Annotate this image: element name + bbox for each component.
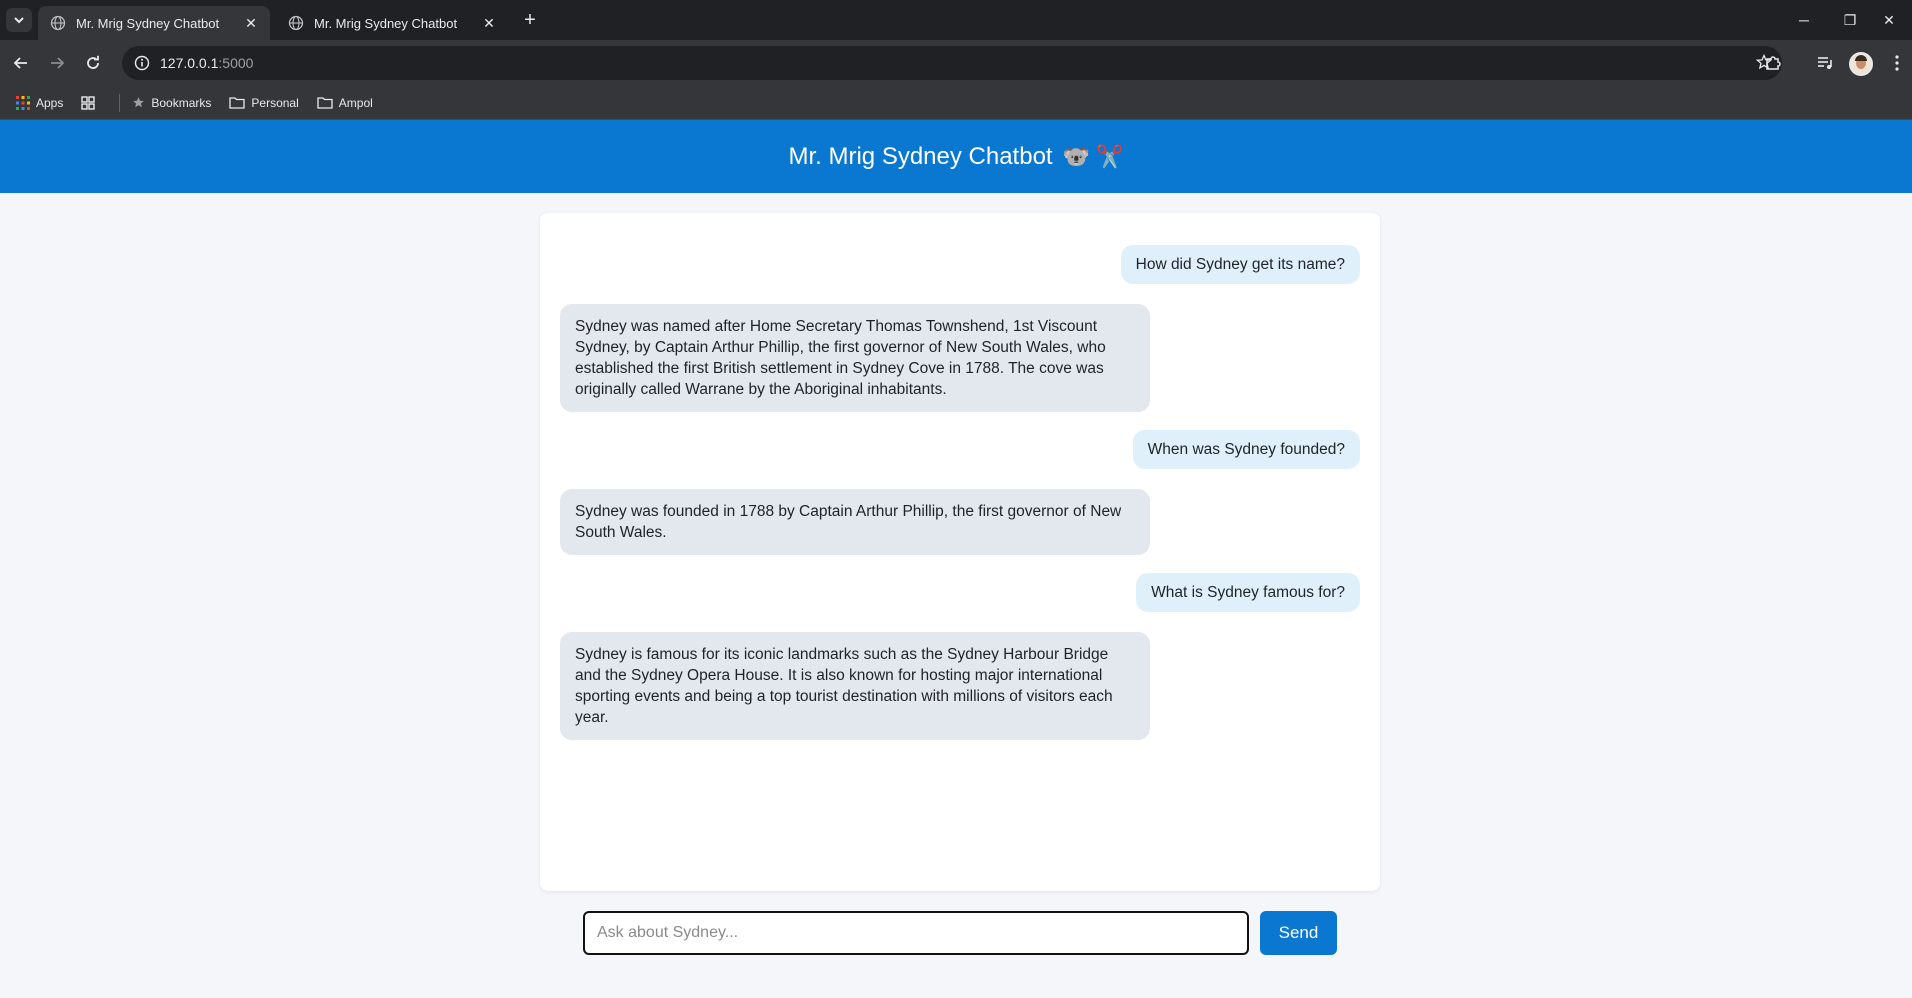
folder-icon xyxy=(229,97,246,109)
bookmark-bookmarks[interactable]: Bookmarks xyxy=(132,96,211,110)
kebab-menu-icon xyxy=(1895,55,1899,71)
tab-search-button[interactable] xyxy=(6,8,32,32)
browser-tab-bar: Mr. Mrig Sydney Chatbot ✕ Mr. Mrig Sydne… xyxy=(0,0,1912,40)
page-title: Mr. Mrig Sydney Chatbot xyxy=(788,142,1053,170)
bookmark-label: Bookmarks xyxy=(151,95,212,110)
chevron-down-icon xyxy=(14,17,24,24)
bookmarks-bar: Apps Bookmarks Personal Ampol xyxy=(0,86,1912,120)
puzzle-icon xyxy=(1766,56,1781,70)
minimize-icon[interactable]: ─ xyxy=(1781,0,1827,40)
back-button[interactable] xyxy=(6,48,36,78)
url-port: :5000 xyxy=(218,55,254,71)
app-header: Mr. Mrig Sydney Chatbot 🐨 ✂️ xyxy=(0,120,1912,193)
globe-icon xyxy=(288,15,304,31)
tab-title: Mr. Mrig Sydney Chatbot xyxy=(314,15,458,31)
url-host: 127.0.0.1 xyxy=(160,55,219,71)
user-message: What is Sydney famous for? xyxy=(1136,573,1360,612)
tab-groups-button[interactable] xyxy=(81,95,101,110)
forward-button[interactable] xyxy=(42,48,72,78)
reload-button[interactable] xyxy=(78,48,108,78)
avatar-hair xyxy=(1855,55,1867,61)
arrow-left-icon xyxy=(13,57,27,69)
apps-grid-icon xyxy=(16,95,30,110)
bot-message: Sydney is famous for its iconic landmark… xyxy=(560,632,1150,740)
site-info-icon[interactable] xyxy=(134,55,150,71)
koala-scissors-emoji-icon: 🐨 ✂️ xyxy=(1062,143,1124,169)
browser-tab-active[interactable]: Mr. Mrig Sydney Chatbot ✕ xyxy=(38,6,270,40)
user-message: When was Sydney founded? xyxy=(1132,430,1360,469)
bookmark-ampol[interactable]: Ampol xyxy=(317,96,373,110)
chat-panel[interactable]: How did Sydney get its name? Sydney was … xyxy=(540,213,1380,891)
chat-input[interactable] xyxy=(583,911,1249,955)
user-message: How did Sydney get its name? xyxy=(1120,245,1360,284)
folder-icon xyxy=(317,97,333,109)
browser-tab-inactive[interactable]: Mr. Mrig Sydney Chatbot ✕ xyxy=(276,6,508,40)
bot-message: Sydney was founded in 1788 by Captain Ar… xyxy=(560,489,1150,555)
close-tab-icon[interactable]: ✕ xyxy=(242,14,260,32)
bookmark-apps[interactable]: Apps xyxy=(16,95,64,110)
media-control-button[interactable] xyxy=(1810,48,1840,78)
globe-icon xyxy=(50,15,66,31)
browser-toolbar: 127.0.0.1:5000 xyxy=(0,40,1912,86)
send-button[interactable]: Send xyxy=(1260,911,1337,955)
star-icon xyxy=(133,97,145,108)
window-close-icon[interactable]: ✕ xyxy=(1866,0,1912,40)
bot-message: Sydney was named after Home Secretary Th… xyxy=(560,304,1150,412)
extensions-button[interactable] xyxy=(1758,48,1788,78)
browser-menu-button[interactable] xyxy=(1882,48,1912,78)
new-tab-button[interactable]: + xyxy=(518,8,542,32)
bookmark-label: Personal xyxy=(251,95,299,110)
address-bar[interactable]: 127.0.0.1:5000 xyxy=(122,46,1782,80)
tab-title: Mr. Mrig Sydney Chatbot xyxy=(76,15,220,31)
queue-music-icon xyxy=(1818,57,1832,69)
message-composer: Send xyxy=(583,911,1337,955)
bookmark-separator xyxy=(119,93,121,112)
profile-avatar[interactable] xyxy=(1849,52,1873,76)
bookmark-label: Apps xyxy=(36,95,64,110)
arrow-right-icon xyxy=(51,57,65,69)
bookmark-personal[interactable]: Personal xyxy=(229,95,299,110)
grid-icon xyxy=(81,95,96,110)
bookmark-label: Ampol xyxy=(338,95,373,110)
reload-icon xyxy=(87,55,99,69)
close-tab-icon[interactable]: ✕ xyxy=(480,14,498,32)
